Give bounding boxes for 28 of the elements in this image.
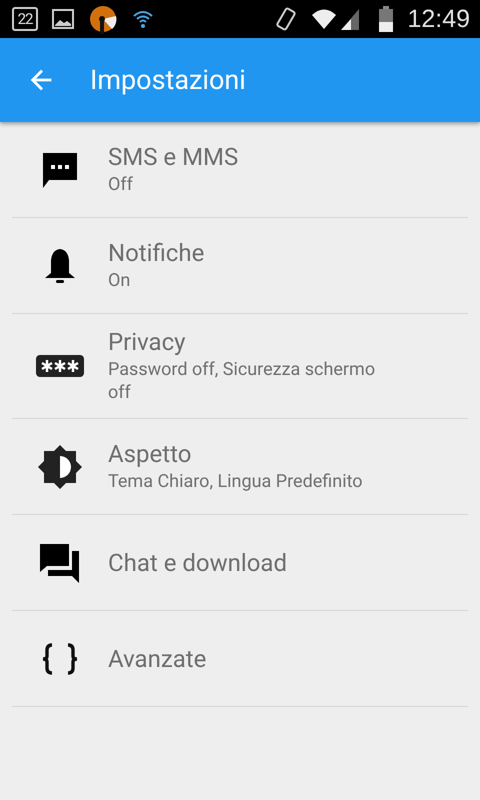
setting-title: Aspetto (108, 440, 192, 468)
wifi-icon (132, 8, 154, 30)
setting-summary: On (108, 269, 132, 292)
app-logo-icon (88, 4, 118, 34)
calendar-date-icon: 22 (12, 7, 38, 31)
settings-item[interactable]: SMS e MMS Off (12, 122, 468, 218)
settings-item[interactable]: Aspetto Tema Chiaro, Lingua Predefinito (12, 419, 468, 515)
setting-title: SMS e MMS (108, 143, 240, 171)
settings-item[interactable]: Notifiche On (12, 218, 468, 314)
settings-item[interactable]: Privacy Password off, Sicurezza schermo off (12, 314, 468, 419)
vibrate-icon (275, 6, 298, 32)
image-icon (52, 9, 74, 29)
setting-title: Privacy (108, 328, 187, 356)
settings-item[interactable]: Chat e download (12, 515, 468, 611)
setting-summary: Tema Chiaro, Lingua Predefinito (108, 470, 364, 493)
setting-title: Avanzate (108, 644, 208, 672)
password-icon (36, 355, 84, 377)
battery-icon (379, 6, 394, 32)
setting-title: Notifiche (108, 239, 206, 267)
setting-summary: Password off, Sicurezza schermo off (108, 358, 376, 404)
clock-time: 12:49 (407, 4, 470, 34)
chat-icon (39, 542, 81, 582)
brightness-icon (37, 444, 83, 490)
screen-title: Impostazioni (90, 64, 246, 96)
braces-icon (42, 642, 78, 674)
setting-summary: Off (108, 173, 134, 196)
setting-title: Chat e download (108, 548, 288, 576)
settings-item[interactable]: Avanzate (12, 611, 468, 707)
